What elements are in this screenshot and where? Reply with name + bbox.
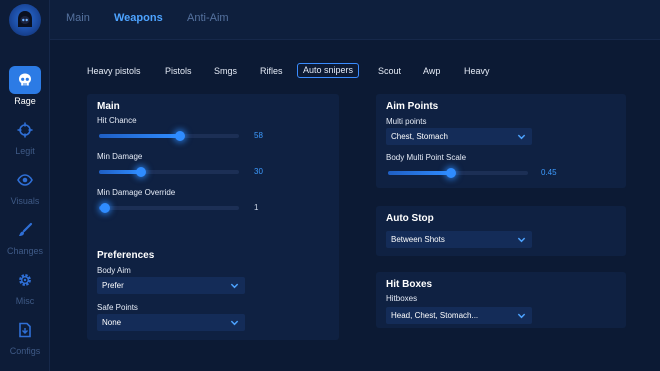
slider-knob[interactable] — [446, 168, 456, 178]
weapon-tab-rifles[interactable]: Rifles — [260, 64, 283, 78]
sidebar-item-label: Visuals — [10, 196, 40, 206]
weapon-tab-smgs[interactable]: Smgs — [214, 64, 237, 78]
panel-title: Main — [97, 101, 120, 112]
preferences-panel: Preferences Body Aim Prefer Safe Points … — [87, 244, 339, 340]
config-file-icon — [9, 316, 41, 344]
slider-fill — [99, 134, 181, 138]
multi-points-value: Chest, Stomach — [391, 132, 448, 141]
chevron-down-icon — [517, 313, 526, 319]
sidebar-item-label: Misc — [15, 296, 35, 306]
slider-knob[interactable] — [136, 167, 146, 177]
min-damage-override-value: 1 — [254, 203, 259, 212]
weapon-tab-awp[interactable]: Awp — [423, 64, 440, 78]
logo — [0, 0, 50, 40]
min-damage-override-slider[interactable] — [99, 203, 239, 213]
sidebar-item-visuals[interactable]: Visuals — [0, 166, 50, 214]
weapon-tab-pistols[interactable]: Pistols — [165, 64, 192, 78]
sidebar-item-misc[interactable]: Misc — [0, 266, 50, 314]
body-multi-point-scale-slider[interactable] — [388, 168, 528, 178]
body-multi-point-scale-value: 0.45 — [541, 168, 557, 177]
tab-main[interactable]: Main — [66, 12, 90, 24]
chevron-down-icon — [230, 320, 239, 326]
hit-chance-label: Hit Chance — [97, 116, 137, 125]
sidebar-item-configs[interactable]: Configs — [0, 316, 50, 364]
chevron-down-icon — [517, 237, 526, 243]
min-damage-override-label: Min Damage Override — [97, 188, 176, 197]
hitboxes-dropdown[interactable]: Head, Chest, Stomach... — [386, 307, 532, 324]
hooded-figure-logo-icon — [9, 4, 41, 36]
slider-fill — [99, 170, 141, 174]
weapon-tab-auto-snipers[interactable]: Auto snipers — [297, 63, 360, 78]
hit-chance-value: 58 — [254, 131, 263, 140]
crosshair-icon — [9, 116, 41, 144]
sidebar: Rage Legit Visuals Changes Misc Configs — [0, 0, 50, 371]
tab-anti-aim[interactable]: Anti-Aim — [187, 12, 229, 24]
auto-stop-panel: Auto Stop Between Shots — [376, 206, 626, 256]
chevron-down-icon — [230, 283, 239, 289]
weapon-tab-heavy-pistols[interactable]: Heavy pistols — [87, 64, 141, 78]
sidebar-item-label: Rage — [14, 96, 36, 106]
sidebar-item-label: Configs — [9, 346, 41, 356]
body-aim-label: Body Aim — [97, 266, 131, 275]
sidebar-item-legit[interactable]: Legit — [0, 116, 50, 164]
panel-title: Aim Points — [386, 101, 439, 112]
safe-points-label: Safe Points — [97, 303, 138, 312]
body-aim-dropdown[interactable]: Prefer — [97, 277, 245, 294]
body-multi-point-scale-label: Body Multi Point Scale — [386, 153, 467, 162]
hitboxes-value: Head, Chest, Stomach... — [391, 311, 479, 320]
safe-points-dropdown[interactable]: None — [97, 314, 245, 331]
tab-weapons[interactable]: Weapons — [114, 12, 163, 24]
weapon-tab-heavy[interactable]: Heavy — [464, 64, 490, 78]
main-settings-panel: Main Hit Chance 58 Min Damage 30 Min Dam… — [87, 94, 339, 268]
sidebar-item-label: Changes — [6, 246, 44, 256]
main-content: Heavy pistols Pistols Smgs Rifles Auto s… — [50, 40, 660, 371]
sidebar-item-changes[interactable]: Changes — [0, 216, 50, 264]
multi-points-dropdown[interactable]: Chest, Stomach — [386, 128, 532, 145]
min-damage-slider[interactable] — [99, 167, 239, 177]
skull-icon — [9, 66, 41, 94]
min-damage-label: Min Damage — [97, 152, 143, 161]
paintbrush-icon — [9, 216, 41, 244]
min-damage-value: 30 — [254, 167, 263, 176]
slider-fill — [388, 171, 451, 175]
auto-stop-dropdown[interactable]: Between Shots — [386, 231, 532, 248]
safe-points-value: None — [102, 318, 122, 327]
body-aim-value: Prefer — [102, 281, 124, 290]
sidebar-item-label: Legit — [15, 146, 35, 156]
hitboxes-label: Hitboxes — [386, 294, 418, 303]
top-navigation-bar: Main Weapons Anti-Aim — [50, 0, 660, 40]
slider-knob[interactable] — [100, 203, 110, 213]
multi-points-label: Multi points — [386, 117, 427, 126]
panel-title: Hit Boxes — [386, 279, 433, 290]
slider-knob[interactable] — [175, 131, 186, 141]
hit-chance-slider[interactable] — [99, 131, 239, 141]
weapon-tab-scout[interactable]: Scout — [378, 64, 401, 78]
hit-boxes-panel: Hit Boxes Hitboxes Head, Chest, Stomach.… — [376, 272, 626, 328]
panel-title: Preferences — [97, 250, 155, 261]
aim-points-panel: Aim Points Multi points Chest, Stomach B… — [376, 94, 626, 188]
gear-icon — [9, 266, 41, 294]
chevron-down-icon — [517, 134, 526, 140]
panel-title: Auto Stop — [386, 213, 434, 224]
sidebar-item-rage[interactable]: Rage — [0, 66, 50, 114]
eye-icon — [9, 166, 41, 194]
auto-stop-value: Between Shots — [391, 235, 445, 244]
